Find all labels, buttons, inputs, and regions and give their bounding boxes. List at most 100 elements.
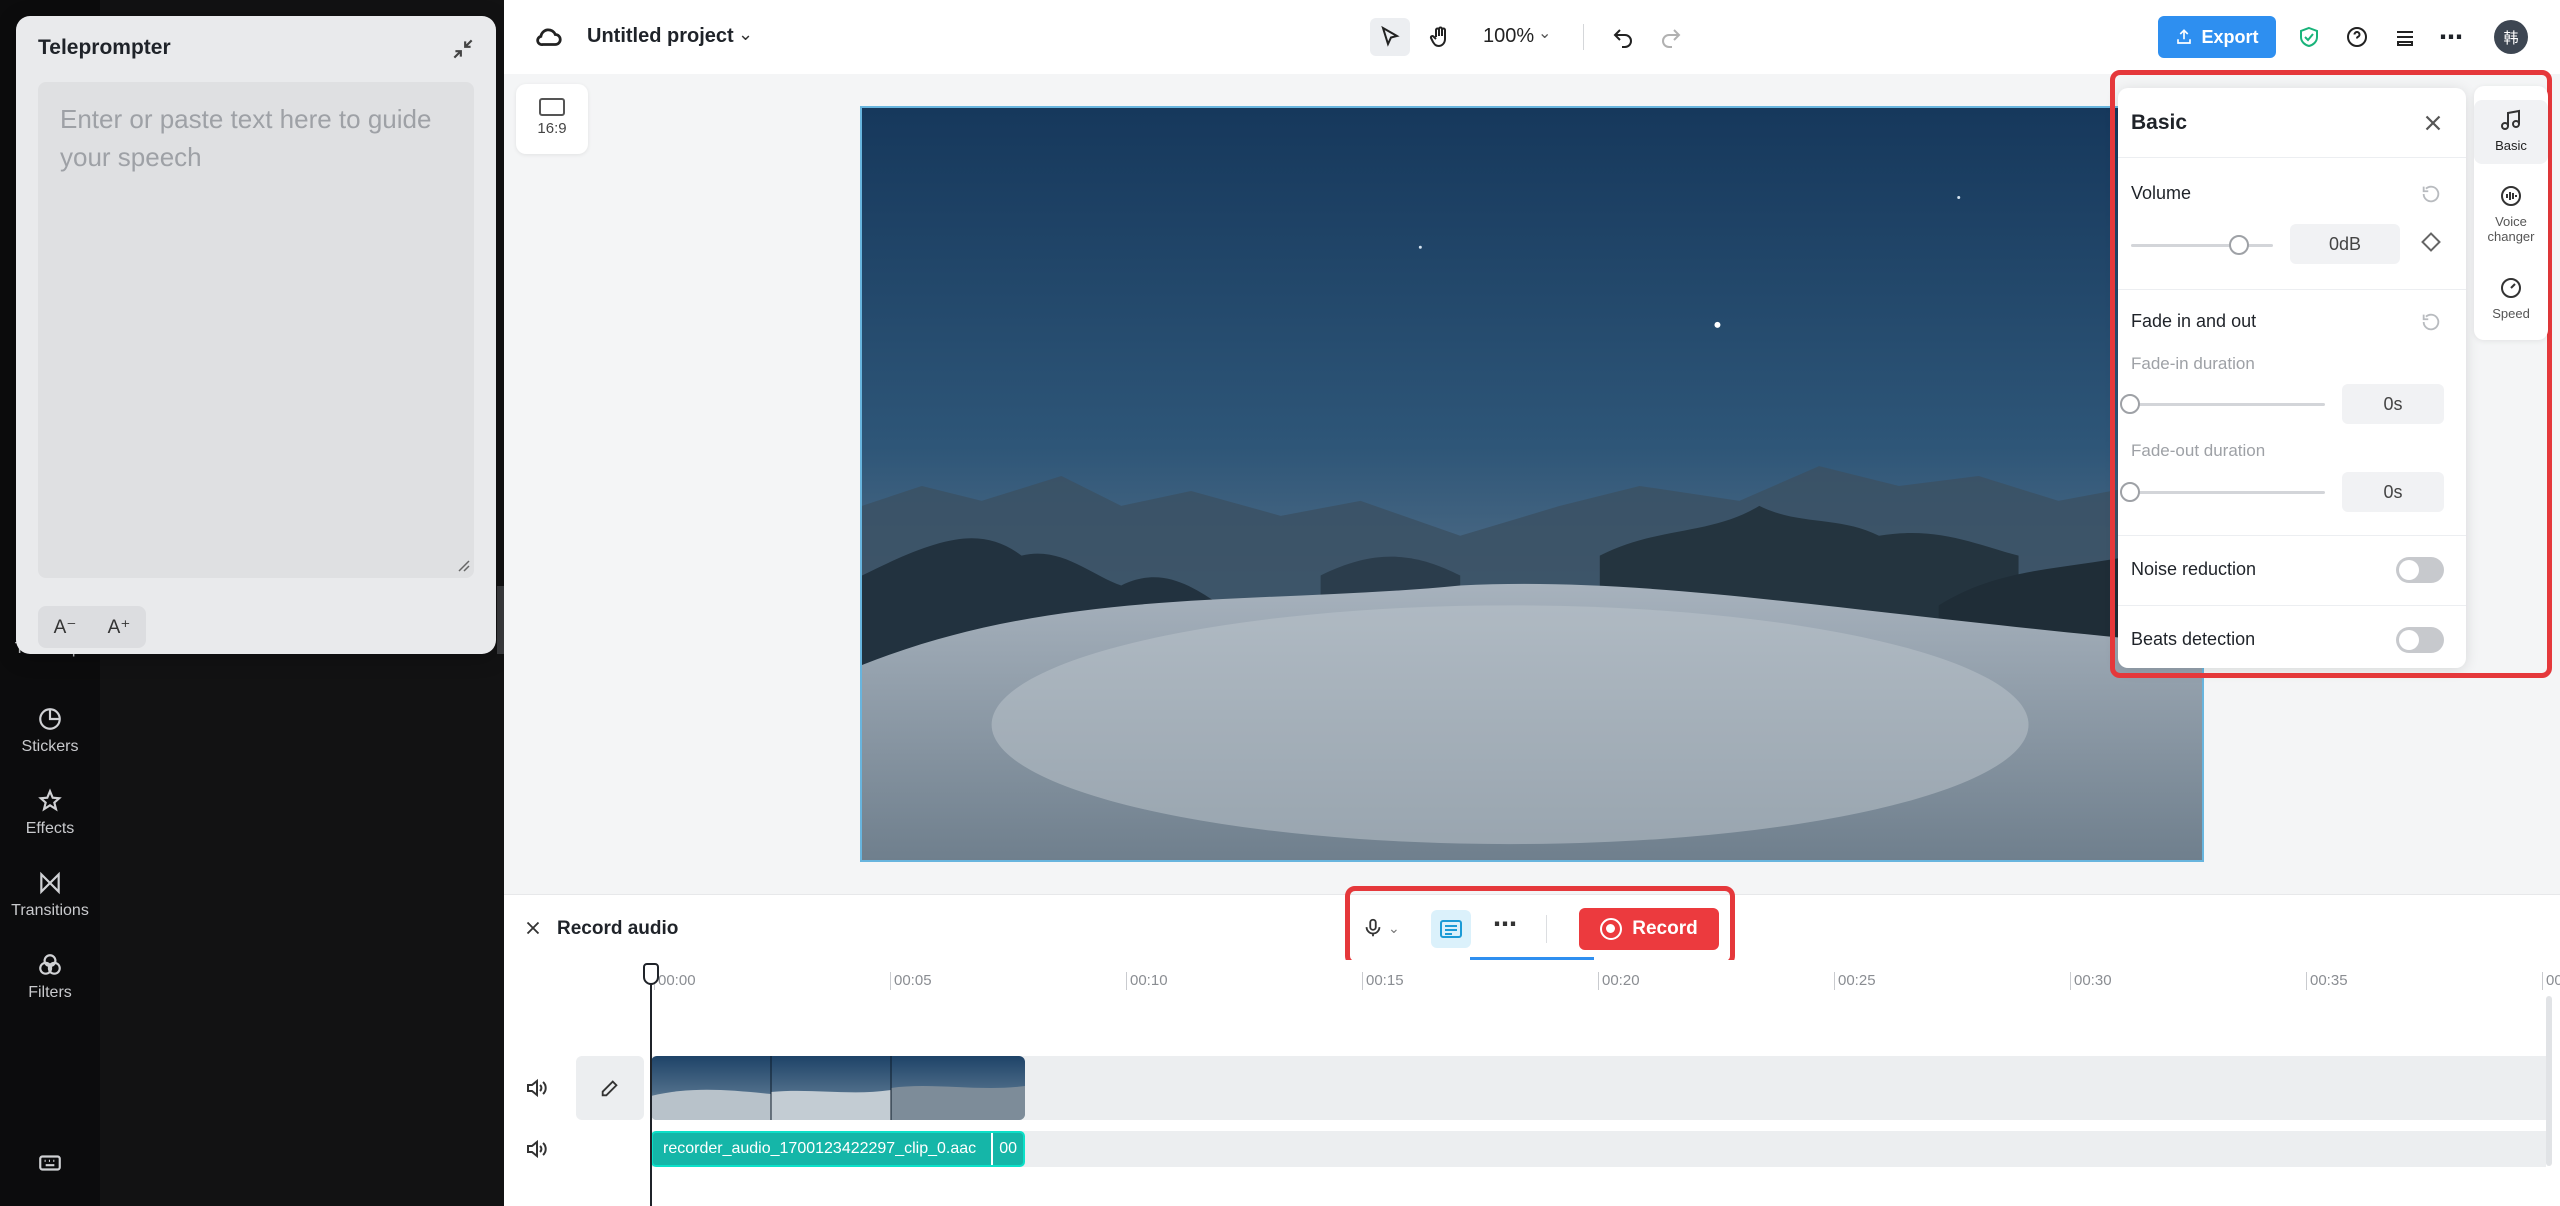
fade-in-slider-knob[interactable] [2120, 394, 2140, 414]
effects-icon [37, 788, 63, 814]
properties-title: Basic [2131, 111, 2188, 134]
redo-button[interactable] [1656, 22, 1686, 52]
sidebar-item-stickers[interactable]: Stickers [0, 706, 100, 756]
divider [2118, 605, 2466, 606]
shield-check-icon[interactable] [2294, 22, 2324, 52]
timeline-tick: 00:00 [654, 972, 696, 990]
noise-reduction-label: Noise reduction [2131, 559, 2257, 579]
volume-value-input[interactable]: 0dB [2290, 224, 2400, 264]
fade-in-slider[interactable] [2131, 403, 2325, 406]
resize-handle-icon[interactable] [454, 556, 470, 572]
teleprompter-toggle-button[interactable] [1431, 910, 1471, 948]
filters-icon [37, 952, 63, 978]
voice-changer-icon [2501, 186, 2521, 206]
record-icon [1600, 918, 1623, 940]
project-title[interactable]: Untitled project [587, 25, 734, 48]
transitions-icon [37, 870, 63, 896]
divider [2118, 289, 2466, 290]
microphone-icon [1365, 918, 1381, 937]
sidebar-item-label: Stickers [21, 738, 79, 755]
keyboard-shortcuts-button[interactable] [0, 1150, 100, 1182]
shrink-icon[interactable] [450, 36, 476, 62]
volume-slider[interactable] [2131, 244, 2273, 247]
export-button[interactable]: Export [2158, 16, 2276, 58]
record-button[interactable]: Record [1579, 908, 1719, 950]
divider [1583, 24, 1584, 50]
sidebar-item-label: Filters [28, 984, 72, 1001]
reset-icon[interactable] [2420, 311, 2442, 333]
beats-detection-label: Beats detection [2131, 629, 2256, 649]
fade-in-value-input[interactable]: 0s [2342, 384, 2444, 424]
help-icon[interactable] [2342, 22, 2372, 52]
volume-label: Volume [2131, 183, 2192, 203]
fade-out-slider-knob[interactable] [2120, 482, 2140, 502]
cloud-icon[interactable] [534, 22, 564, 52]
undo-button[interactable] [1608, 22, 1638, 52]
reset-icon[interactable] [2420, 183, 2442, 205]
tab-voice-changer[interactable]: Voice changer [2474, 184, 2548, 244]
increase-font-button[interactable]: A⁺ [92, 606, 146, 648]
aspect-ratio-label: 16:9 [537, 120, 567, 137]
tab-label: Voice changer [2487, 214, 2535, 244]
more-options-icon[interactable]: ⋯ [1490, 913, 1520, 944]
sidebar-item-effects[interactable]: Effects [0, 788, 100, 838]
timeline-tick: 00:35 [2306, 972, 2348, 990]
divider [2118, 157, 2466, 158]
pencil-icon [601, 1080, 618, 1097]
aspect-ratio-button[interactable]: 16:9 [516, 84, 588, 154]
more-options-icon[interactable]: ⋯ [2436, 22, 2466, 52]
select-tool-button[interactable] [1370, 18, 1410, 56]
chevron-down-icon: ⌄ [1388, 919, 1400, 936]
fade-out-slider[interactable] [2131, 491, 2325, 494]
teleprompter-panel: Teleprompter A⁻ A⁺ [16, 16, 496, 654]
volume-icon[interactable] [524, 1137, 548, 1161]
sidebar-item-filters[interactable]: Filters [0, 952, 100, 1002]
tab-label: Speed [2492, 306, 2530, 321]
zoom-level[interactable]: 100% [1483, 25, 1534, 48]
chevron-down-icon[interactable]: ⌄ [738, 24, 753, 45]
chevron-down-icon[interactable]: ⌄ [1538, 23, 1551, 43]
tab-speed[interactable]: Speed [2474, 276, 2548, 321]
video-preview[interactable] [860, 106, 2204, 862]
sticker-icon [37, 706, 63, 732]
fade-out-label: Fade-out duration [2131, 441, 2266, 460]
font-size-controls: A⁻ A⁺ [38, 606, 146, 648]
speed-icon [2501, 278, 2521, 298]
audio-clip-duration: 00 [991, 1133, 1023, 1165]
teleprompter-icon [1440, 920, 1462, 938]
avatar[interactable]: 韩 [2494, 20, 2528, 54]
close-icon[interactable] [2420, 110, 2446, 136]
decrease-font-button[interactable]: A⁻ [38, 606, 92, 648]
record-label: Record [1632, 918, 1698, 939]
sidebar-item-label: Transitions [11, 902, 89, 919]
fade-out-value-input[interactable]: 0s [2342, 472, 2444, 512]
playhead[interactable] [650, 972, 652, 1206]
tab-label: Basic [2495, 138, 2527, 153]
microphone-select-button[interactable]: ⌄ [1362, 913, 1408, 943]
video-clip[interactable] [651, 1056, 1025, 1120]
volume-icon[interactable] [524, 1076, 548, 1100]
fade-label: Fade in and out [2131, 311, 2257, 331]
teleprompter-text-input[interactable] [38, 82, 474, 578]
noise-reduction-toggle[interactable] [2396, 557, 2444, 583]
export-label: Export [2201, 26, 2259, 47]
playhead-handle[interactable] [643, 963, 659, 985]
close-icon[interactable] [522, 917, 544, 939]
layers-icon[interactable] [2390, 22, 2420, 52]
fade-in-label: Fade-in duration [2131, 354, 2255, 373]
audio-clip[interactable]: recorder_audio_1700123422297_clip_0.aac … [651, 1131, 1025, 1167]
audio-clip-name: recorder_audio_1700123422297_clip_0.aac [663, 1140, 977, 1157]
volume-slider-knob[interactable] [2228, 235, 2249, 255]
edit-cover-button[interactable] [576, 1056, 644, 1120]
redo-icon [1662, 29, 1681, 48]
timeline-scrollbar[interactable] [2546, 996, 2552, 1166]
keyboard-icon [37, 1150, 63, 1176]
hand-tool-button[interactable] [1420, 18, 1460, 56]
undo-icon [1613, 29, 1632, 48]
hand-icon [1429, 26, 1446, 48]
sidebar-item-transitions[interactable]: Transitions [0, 870, 100, 920]
tab-basic[interactable]: Basic [2474, 100, 2548, 164]
beats-detection-toggle[interactable] [2396, 627, 2444, 653]
aspect-ratio-icon [539, 98, 565, 116]
divider [2118, 535, 2466, 536]
